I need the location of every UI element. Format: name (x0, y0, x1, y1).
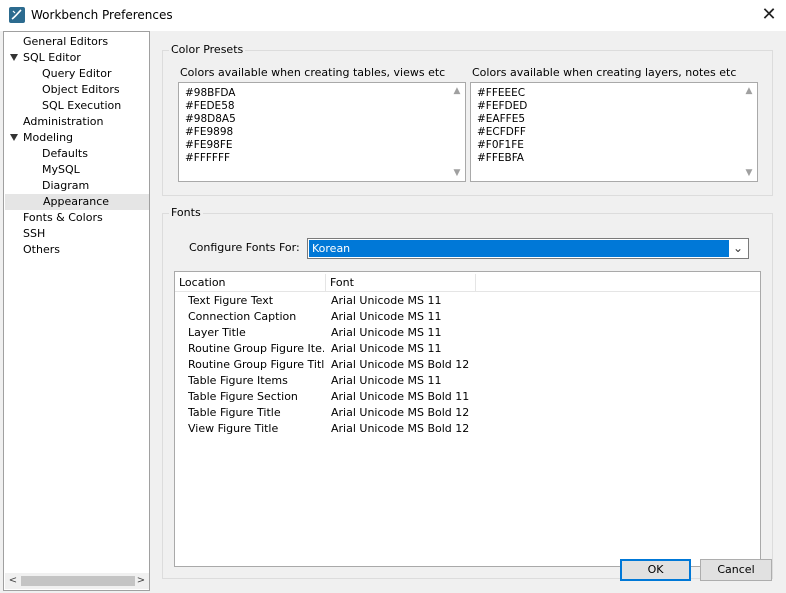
tree-item-label: Diagram (42, 179, 90, 192)
tree-horizontal-scrollbar[interactable]: < > (5, 573, 149, 589)
font-row-font[interactable]: Arial Unicode MS 11 (331, 341, 531, 357)
column-header-location[interactable]: Location (175, 274, 326, 291)
scrollbar-thumb[interactable] (21, 576, 135, 586)
font-row-location[interactable]: Routine Group Figure Title (188, 357, 324, 373)
tree-item-label: Object Editors (42, 83, 120, 96)
font-row-font[interactable]: Arial Unicode MS 11 (331, 309, 531, 325)
color-preset-line: #F0F1FE (477, 139, 524, 151)
window-title: Workbench Preferences (31, 8, 173, 22)
ok-button[interactable]: OK (620, 559, 691, 581)
header-divider (175, 291, 760, 292)
scroll-left-icon[interactable]: < (6, 574, 20, 588)
font-row-location[interactable]: Connection Caption (188, 309, 324, 325)
chevron-down-icon[interactable]: ⌄ (733, 241, 743, 255)
font-row-font[interactable]: Arial Unicode MS 11 (331, 373, 531, 389)
font-row-font[interactable]: Arial Unicode MS Bold 11 (331, 389, 531, 405)
tree-item-label: Fonts & Colors (23, 211, 103, 224)
tree-item-label: Appearance (43, 195, 110, 208)
tree-item-label: Administration (23, 115, 104, 128)
mysql-workbench-app-icon (9, 7, 25, 23)
fonts-table: Location Font Text Figure Text Arial Unic… (174, 271, 761, 567)
color-preset-line: #98BFDA (185, 87, 236, 99)
color-preset-line: #FE98FE (185, 139, 233, 151)
font-row-font[interactable]: Arial Unicode MS 11 (331, 293, 531, 309)
tree-item-label: General Editors (23, 35, 109, 48)
dialog-body: General Editors SQL Editor Query Editor Obj… (0, 31, 786, 593)
font-row-location[interactable]: Layer Title (188, 325, 324, 341)
color-preset-line: #98D8A5 (185, 113, 236, 125)
color-preset-line: #FFEEEC (477, 87, 526, 99)
font-row-location[interactable]: Table Figure Title (188, 405, 324, 421)
tree-item-appearance[interactable]: Appearance (5, 194, 149, 210)
font-row-location[interactable]: View Figure Title (188, 421, 324, 437)
layers-colors-label: Colors available when creating layers, n… (472, 66, 737, 79)
scroll-down-icon[interactable]: ▼ (744, 168, 754, 178)
scroll-right-icon[interactable]: > (134, 574, 148, 588)
color-preset-line: #FFFFFF (185, 152, 231, 164)
tree-item-label: Defaults (42, 147, 88, 160)
font-row-location[interactable]: Table Figure Items (188, 373, 324, 389)
tables-colors-label: Colors available when creating tables, v… (180, 66, 446, 79)
font-row-font[interactable]: Arial Unicode MS Bold 12 (331, 421, 531, 437)
color-preset-line: #FE9898 (185, 126, 234, 138)
close-icon[interactable]: ✕ (755, 4, 783, 26)
configure-fonts-select[interactable]: Korean ⌄ (307, 238, 749, 259)
tree-item-label: Modeling (23, 131, 74, 144)
layers-colors-textarea[interactable]: #FFEEEC #FEFDED #EAFFE5 #ECFDFF #F0F1FE #FFEB… (470, 82, 758, 182)
color-preset-line: #FEDE58 (185, 100, 235, 112)
title-bar: Workbench Preferences ✕ (0, 0, 786, 32)
tree-item-label: SQL Execution (42, 99, 122, 112)
font-row-location[interactable]: Table Figure Section (188, 389, 324, 405)
tree-item-label: Query Editor (42, 67, 112, 80)
font-row-location[interactable]: Routine Group Figure Ite... (188, 341, 324, 357)
font-row-font[interactable]: Arial Unicode MS 11 (331, 325, 531, 341)
font-row-location[interactable]: Text Figure Text (188, 293, 324, 309)
expand-arrow-icon[interactable] (10, 134, 18, 141)
scroll-up-icon[interactable]: ▲ (452, 86, 462, 96)
tree-item-label: MySQL (42, 163, 80, 176)
scroll-down-icon[interactable]: ▼ (452, 168, 462, 178)
tree-item-label: Others (23, 243, 60, 256)
color-presets-title: Color Presets (169, 43, 246, 56)
font-row-font[interactable]: Arial Unicode MS Bold 12 (331, 405, 531, 421)
font-row-font[interactable]: Arial Unicode MS Bold 12 (331, 357, 531, 373)
cancel-button[interactable]: Cancel (700, 559, 772, 581)
scroll-up-icon[interactable]: ▲ (744, 86, 754, 96)
color-preset-line: #ECFDFF (477, 126, 526, 138)
column-header-font[interactable]: Font (326, 274, 476, 291)
color-preset-line: #FFEBFA (477, 152, 524, 164)
color-preset-line: #EAFFE5 (477, 113, 526, 125)
tree-item-label: SSH (23, 227, 46, 240)
configure-fonts-label: Configure Fonts For: (189, 241, 300, 254)
fonts-title: Fonts (169, 206, 203, 219)
color-preset-line: #FEFDED (477, 100, 528, 112)
preferences-category-tree: General Editors SQL Editor Query Editor Obj… (3, 31, 150, 591)
tables-colors-textarea[interactable]: #98BFDA #FEDE58 #98D8A5 #FE9898 #FE98FE #FFFF… (178, 82, 466, 182)
tree-item-label: SQL Editor (23, 51, 81, 64)
configure-fonts-selected-value: Korean (309, 240, 729, 257)
expand-arrow-icon[interactable] (10, 54, 18, 61)
